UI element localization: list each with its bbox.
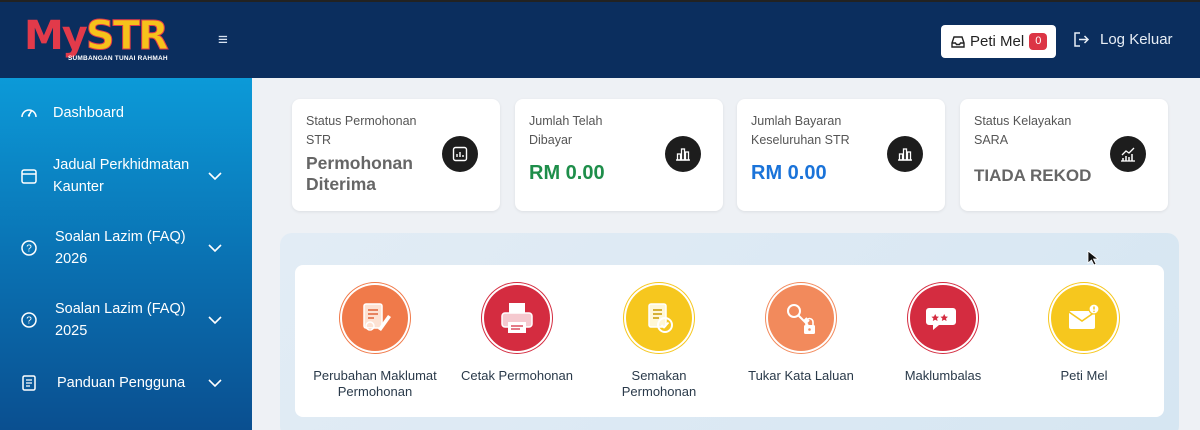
chevron-down-icon [208,316,222,325]
service-cetak-permohonan[interactable]: Cetak Permohonan [437,285,597,384]
feedback-icon [910,285,976,351]
logout-link[interactable]: Log Keluar [1073,31,1173,48]
hamburger-icon[interactable]: ≡ [218,30,228,50]
sidebar-item-label: Soalan Lazim (FAQ) 2025 [55,301,186,339]
svg-text:?: ? [26,244,32,255]
card-value: RM 0.00 [751,162,827,184]
card-label: Jumlah Bayaran Keseluruhan STR [751,114,850,147]
logout-icon [1074,32,1090,47]
document-icon [22,375,36,391]
sidebar-item-label: Dashboard [53,105,124,121]
logout-label: Log Keluar [1100,31,1173,48]
service-perubahan-maklumat[interactable]: Perubahan Maklumat Permohonan [295,285,455,400]
sidebar-item-label: Panduan Pengguna [57,375,186,391]
printer-icon [484,285,550,351]
chart-box-icon [442,136,478,172]
check-document-icon [626,285,692,351]
mouse-cursor-icon [1087,250,1100,266]
sidebar-item-label: Soalan Lazim (FAQ) 2026 [55,229,186,267]
logo-my: My [24,13,88,59]
card-label: Status Permohonan STR [306,114,417,147]
trend-chart-icon [1110,136,1146,172]
sidebar: Dashboard Jadual Perkhidmatan Kaunter ? … [0,78,252,430]
question-circle-icon: ? [21,312,37,328]
sidebar-item-faq-2025[interactable]: ? Soalan Lazim (FAQ) 2025 [0,298,252,342]
card-status-permohonan: Status Permohonan STR Permohonan Diterim… [292,99,500,211]
service-label: Cetak Permohonan [460,368,573,383]
service-tukar-kata-laluan[interactable]: Tukar Kata Laluan [721,285,881,384]
mailbox-button[interactable]: Peti Mel 0 [941,25,1056,58]
mail-tray-icon [951,35,965,48]
bar-chart-icon [665,136,701,172]
card-status-sara: Status Kelayakan SARA TIADA REKOD [960,99,1168,211]
sidebar-item-dashboard[interactable]: Dashboard [0,102,252,124]
chevron-down-icon [208,244,222,253]
card-label: Status Kelayakan SARA [974,114,1072,147]
card-label: Jumlah Telah Dibayar [529,114,603,147]
mystr-logo[interactable]: MySTR SUMBANGAN TUNAI RAHMAH [24,13,169,68]
service-label: Semakan Permohonan [621,368,697,399]
service-label: Tukar Kata Laluan [748,368,854,383]
mailbox-count-badge: 0 [1029,33,1048,50]
chevron-down-icon [208,172,222,181]
sidebar-item-label: Jadual Perkhidmatan Kaunter [53,157,190,195]
sidebar-item-panduan[interactable]: Panduan Pengguna [0,372,252,394]
calendar-icon [21,169,37,184]
mailbox-label: Peti Mel [970,33,1025,50]
service-label: Perubahan Maklumat Permohonan [313,368,437,399]
edit-document-icon [342,285,408,351]
service-label: Maklumbalas [904,368,982,383]
question-circle-icon: ? [21,240,37,256]
service-label: Peti Mel [1060,368,1108,383]
service-semakan-permohonan[interactable]: Semakan Permohonan [579,285,739,400]
chevron-down-icon [208,379,222,388]
card-value: TIADA REKOD [974,166,1092,185]
card-jumlah-dibayar: Jumlah Telah Dibayar RM 0.00 [515,99,723,211]
top-navbar: MySTR SUMBANGAN TUNAI RAHMAH ≡ Peti Mel … [0,0,1200,78]
sidebar-item-jadual[interactable]: Jadual Perkhidmatan Kaunter [0,154,252,198]
logo-str: STR [85,13,169,59]
svg-text:?: ? [26,316,32,327]
logo-tagline: SUMBANGAN TUNAI RAHMAH [68,55,168,62]
envelope-icon [1051,285,1117,351]
service-maklumbalas[interactable]: Maklumbalas [863,285,1023,384]
sidebar-item-faq-2026[interactable]: ? Soalan Lazim (FAQ) 2026 [0,226,252,270]
card-value: RM 0.00 [529,162,605,184]
speedometer-icon [21,109,37,118]
bar-chart-icon [887,136,923,172]
key-lock-icon [768,285,834,351]
card-jumlah-keseluruhan: Jumlah Bayaran Keseluruhan STR RM 0.00 [737,99,945,211]
card-value: Permohonan Diterima [306,153,413,194]
service-peti-mel[interactable]: Peti Mel [1004,285,1164,384]
